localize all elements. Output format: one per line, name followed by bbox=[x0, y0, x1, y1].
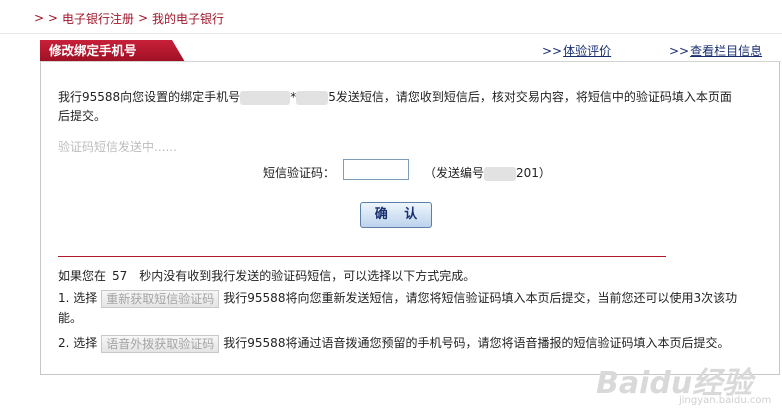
countdown-seconds: 57 bbox=[112, 269, 128, 283]
masked-serial-number bbox=[484, 166, 517, 181]
view-column-info-link[interactable]: >>查看栏目信息 bbox=[669, 42, 762, 59]
masked-phone-number-tail bbox=[296, 90, 329, 105]
sms-serial-number: （发送编号 201） bbox=[424, 164, 551, 181]
sms-code-input[interactable] bbox=[343, 159, 409, 180]
breadcrumb: > > 电子银行注册 > 我的电子银行 bbox=[34, 9, 224, 27]
option-voice-call: 2. 选择 语音外拨获取验证码 我行95588将通过语音拨通您预留的手机号码，请您将… bbox=[58, 333, 748, 353]
double-chevron-icon: >> bbox=[542, 44, 563, 58]
breadcrumb-item-my-ebank[interactable]: 我的电子银行 bbox=[152, 10, 224, 27]
voice-call-code-button[interactable]: 语音外拨获取验证码 bbox=[101, 334, 220, 353]
serial-suffix: 201） bbox=[516, 166, 551, 180]
confirm-button[interactable]: 确 认 bbox=[360, 202, 432, 228]
sms-code-label: 短信验证码： bbox=[263, 166, 336, 180]
option-2-prefix: 2. 选择 bbox=[58, 336, 98, 350]
serial-prefix: （发送编号 bbox=[424, 166, 485, 180]
option-2-text: 我行95588将通过语音拨通您预留的手机号码，请您将语音播报的短信验证码填入本页… bbox=[223, 336, 730, 350]
chevron-right-icon: > bbox=[137, 11, 149, 25]
experience-evaluation-link[interactable]: >>体验评价 bbox=[542, 42, 611, 59]
option-resend-sms: 1. 选择 重新获取短信验证码 我行95588将向您重新发送短信，请您将短信验证码填… bbox=[58, 288, 748, 328]
resend-sms-code-button[interactable]: 重新获取短信验证码 bbox=[101, 289, 220, 308]
breadcrumb-item-ebank-register[interactable]: 电子银行注册 bbox=[62, 10, 134, 27]
view-column-info-label: 查看栏目信息 bbox=[690, 44, 763, 58]
sms-instruction-text: 我行95588向您设置的绑定手机号 * 5发送短信，请您收到短信后，核对交易内容，将… bbox=[58, 88, 738, 126]
sms-sending-status: 验证码短信发送中...... bbox=[58, 140, 177, 154]
masked-phone-number bbox=[240, 90, 291, 105]
baidu-jingyan-watermark-url: jingyan.baidu.com bbox=[679, 395, 772, 406]
section-divider bbox=[58, 256, 666, 257]
tab-modify-bound-phone: 修改绑定手机号 bbox=[40, 40, 185, 62]
experience-evaluation-label: 体验评价 bbox=[563, 44, 612, 58]
chevron-right-icon: > > bbox=[34, 11, 58, 25]
option-1-prefix: 1. 选择 bbox=[58, 291, 98, 305]
double-chevron-icon: >> bbox=[669, 44, 690, 58]
header-divider bbox=[0, 33, 782, 34]
resend-prefix: 如果您在 bbox=[58, 269, 107, 283]
resend-notice: 如果您在 57 秒内没有收到我行发送的验证码短信，可以选择以下方式完成。 bbox=[58, 267, 475, 284]
instruction-part-1: 我行95588向您设置的绑定手机号 bbox=[58, 90, 241, 104]
resend-suffix: 秒内没有收到我行发送的验证码短信，可以选择以下方式完成。 bbox=[139, 269, 476, 283]
